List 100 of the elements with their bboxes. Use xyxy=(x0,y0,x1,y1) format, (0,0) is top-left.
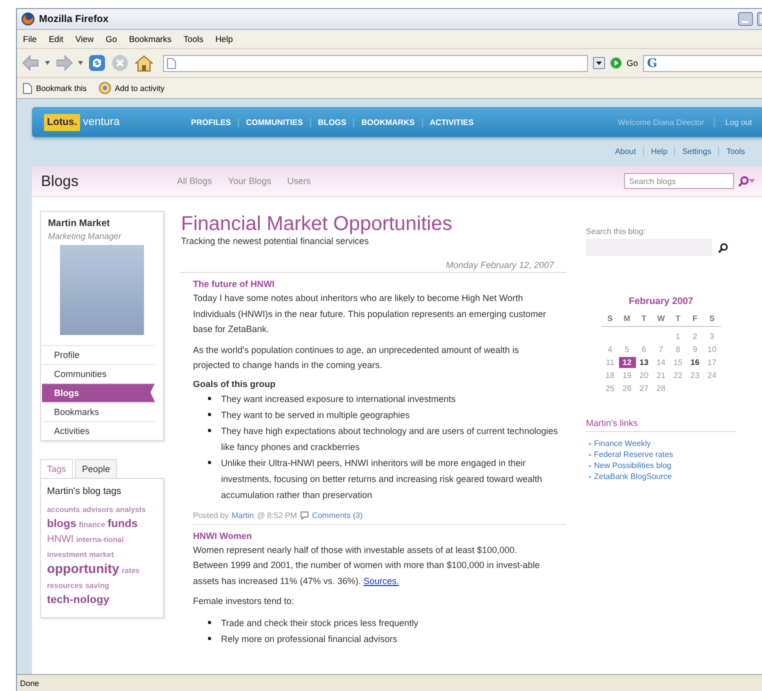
calendar-day[interactable]: 6 xyxy=(636,344,652,355)
brand-logo: Lotus. xyxy=(44,114,80,130)
profile-menu-item[interactable]: Bookmarks xyxy=(42,402,155,421)
utility-link[interactable]: About xyxy=(608,146,643,156)
search-field[interactable]: G xyxy=(643,54,762,72)
comments-link[interactable]: Comments (3) xyxy=(312,510,363,520)
page-icon xyxy=(23,82,32,94)
search-label: Search this blog: xyxy=(586,227,647,236)
profile-menu-item[interactable]: Profile xyxy=(42,345,155,364)
bullet-icon xyxy=(208,636,211,640)
post-date: Monday February 12, 2007 xyxy=(181,260,566,273)
utility-link[interactable]: Help xyxy=(642,146,674,156)
search-field[interactable]: Search blogs xyxy=(624,173,734,189)
welcome-text: Welcome Diana Director xyxy=(618,118,716,126)
calendar-day[interactable]: 19 xyxy=(618,370,636,381)
calendar-day[interactable]: 10 xyxy=(704,344,720,355)
page-icon xyxy=(167,58,176,68)
calendar-day[interactable]: 5 xyxy=(618,344,636,355)
calendar-day[interactable]: 17 xyxy=(704,357,720,368)
calendar-day[interactable]: 21 xyxy=(652,370,670,381)
tab[interactable]: Tags xyxy=(40,459,74,478)
tag-link[interactable]: funds xyxy=(108,517,138,531)
tag-link[interactable]: blogs xyxy=(47,517,76,531)
calendar-day[interactable]: 12 xyxy=(618,357,636,368)
links-heading: Martin's links xyxy=(586,418,736,432)
calendar-day[interactable]: 15 xyxy=(670,357,686,368)
dropdown-caret-icon[interactable] xyxy=(592,57,605,69)
menu-item[interactable]: Go xyxy=(106,34,117,44)
go-button[interactable]: Go xyxy=(626,58,638,68)
tag-link[interactable]: HNWI xyxy=(47,533,74,547)
menu-item[interactable]: View xyxy=(75,34,94,44)
calendar-day[interactable]: 13 xyxy=(636,357,652,368)
address-field[interactable] xyxy=(163,54,588,72)
menu-item[interactable]: Edit xyxy=(48,34,64,44)
logout-link[interactable]: Log out xyxy=(715,118,752,126)
weekday-label: M xyxy=(618,313,636,327)
blog-link[interactable]: ZetaBank BlogSource xyxy=(594,472,672,481)
calendar-day[interactable]: 14 xyxy=(652,357,670,368)
calendar-day[interactable]: 11 xyxy=(602,357,618,368)
forward-arrow-icon[interactable] xyxy=(55,55,73,71)
blog-link[interactable]: New Possibilities blog xyxy=(594,461,672,470)
blog-link[interactable]: Federal Reserve rates xyxy=(594,450,674,459)
nav-link[interactable]: BLOGS xyxy=(310,118,354,126)
calendar-day[interactable]: 4 xyxy=(602,344,618,355)
calendar-day[interactable]: 22 xyxy=(670,370,686,381)
bullet-icon xyxy=(208,412,211,416)
list-item: They want to be served in multiple geographies xyxy=(221,410,410,420)
calendar-day[interactable]: 2 xyxy=(686,331,704,342)
section-heading: Goals of this group xyxy=(193,378,276,388)
minimize-icon[interactable] xyxy=(738,12,753,26)
back-arrow-icon[interactable] xyxy=(22,55,40,71)
nav-link[interactable]: BOOKMARKS xyxy=(353,118,422,126)
menu-item[interactable]: Help xyxy=(215,34,233,44)
profile-menu-item[interactable]: Blogs xyxy=(42,383,155,402)
reload-icon[interactable] xyxy=(88,54,106,72)
calendar-day[interactable]: 24 xyxy=(704,370,720,381)
menu-item[interactable]: Tools xyxy=(184,34,204,44)
menu-item[interactable]: Bookmarks xyxy=(128,34,172,44)
tag-link[interactable]: tech-nology xyxy=(47,593,110,607)
list-item: Rely more on professional financial advisors xyxy=(221,634,398,644)
author-link[interactable]: Martin xyxy=(232,510,254,520)
utility-link[interactable]: Settings xyxy=(674,146,718,156)
utility-link[interactable]: Tools xyxy=(718,146,752,156)
post-title[interactable]: HNWI Women xyxy=(193,530,566,540)
tab[interactable]: Your Blogs xyxy=(228,176,272,186)
calendar-day[interactable]: 16 xyxy=(686,357,704,368)
search-icon[interactable] xyxy=(718,242,728,252)
calendar-day[interactable]: 23 xyxy=(686,370,704,381)
nav-link[interactable]: ACTIVITIES xyxy=(422,118,481,126)
calendar-day[interactable]: 27 xyxy=(636,383,652,394)
calendar-day[interactable]: 26 xyxy=(618,383,636,394)
calendar-day[interactable]: 20 xyxy=(636,370,652,381)
blog-link[interactable]: Finance Weekly xyxy=(594,439,651,448)
tag-link[interactable]: opportunity xyxy=(47,562,120,576)
go-icon[interactable] xyxy=(610,57,622,69)
tab[interactable]: People xyxy=(75,459,118,478)
post-title[interactable]: The future of HNWI xyxy=(193,279,566,289)
calendar-day[interactable]: 28 xyxy=(652,383,670,394)
bookmark-button[interactable]: Add to activity xyxy=(114,84,164,92)
sources-link[interactable]: Sources. xyxy=(363,576,399,586)
calendar-day[interactable]: 25 xyxy=(602,383,618,394)
weekday-label: S xyxy=(704,313,720,327)
tab[interactable]: Users xyxy=(287,176,311,186)
bullet-icon xyxy=(208,428,211,432)
calendar-title: February 2007 xyxy=(628,296,694,307)
calendar-day[interactable]: 8 xyxy=(670,344,686,355)
calendar-day[interactable]: 9 xyxy=(686,344,704,355)
calendar-day[interactable]: 3 xyxy=(704,331,720,342)
profile-menu-item[interactable]: Activities xyxy=(42,421,155,440)
bookmark-button[interactable]: Bookmark this xyxy=(36,84,87,92)
calendar-day[interactable]: 1 xyxy=(670,331,686,342)
menu-item[interactable]: File xyxy=(23,34,37,44)
weekday-label: F xyxy=(686,313,704,327)
nav-link[interactable]: COMMUNITIES xyxy=(238,118,310,126)
calendar-day[interactable]: 18 xyxy=(602,370,618,381)
calendar-day[interactable]: 7 xyxy=(652,344,670,355)
nav-link[interactable]: PROFILES xyxy=(184,118,238,126)
profile-name: Martin Market xyxy=(47,217,111,229)
home-icon[interactable] xyxy=(134,54,154,72)
tab[interactable]: All Blogs xyxy=(177,176,212,186)
